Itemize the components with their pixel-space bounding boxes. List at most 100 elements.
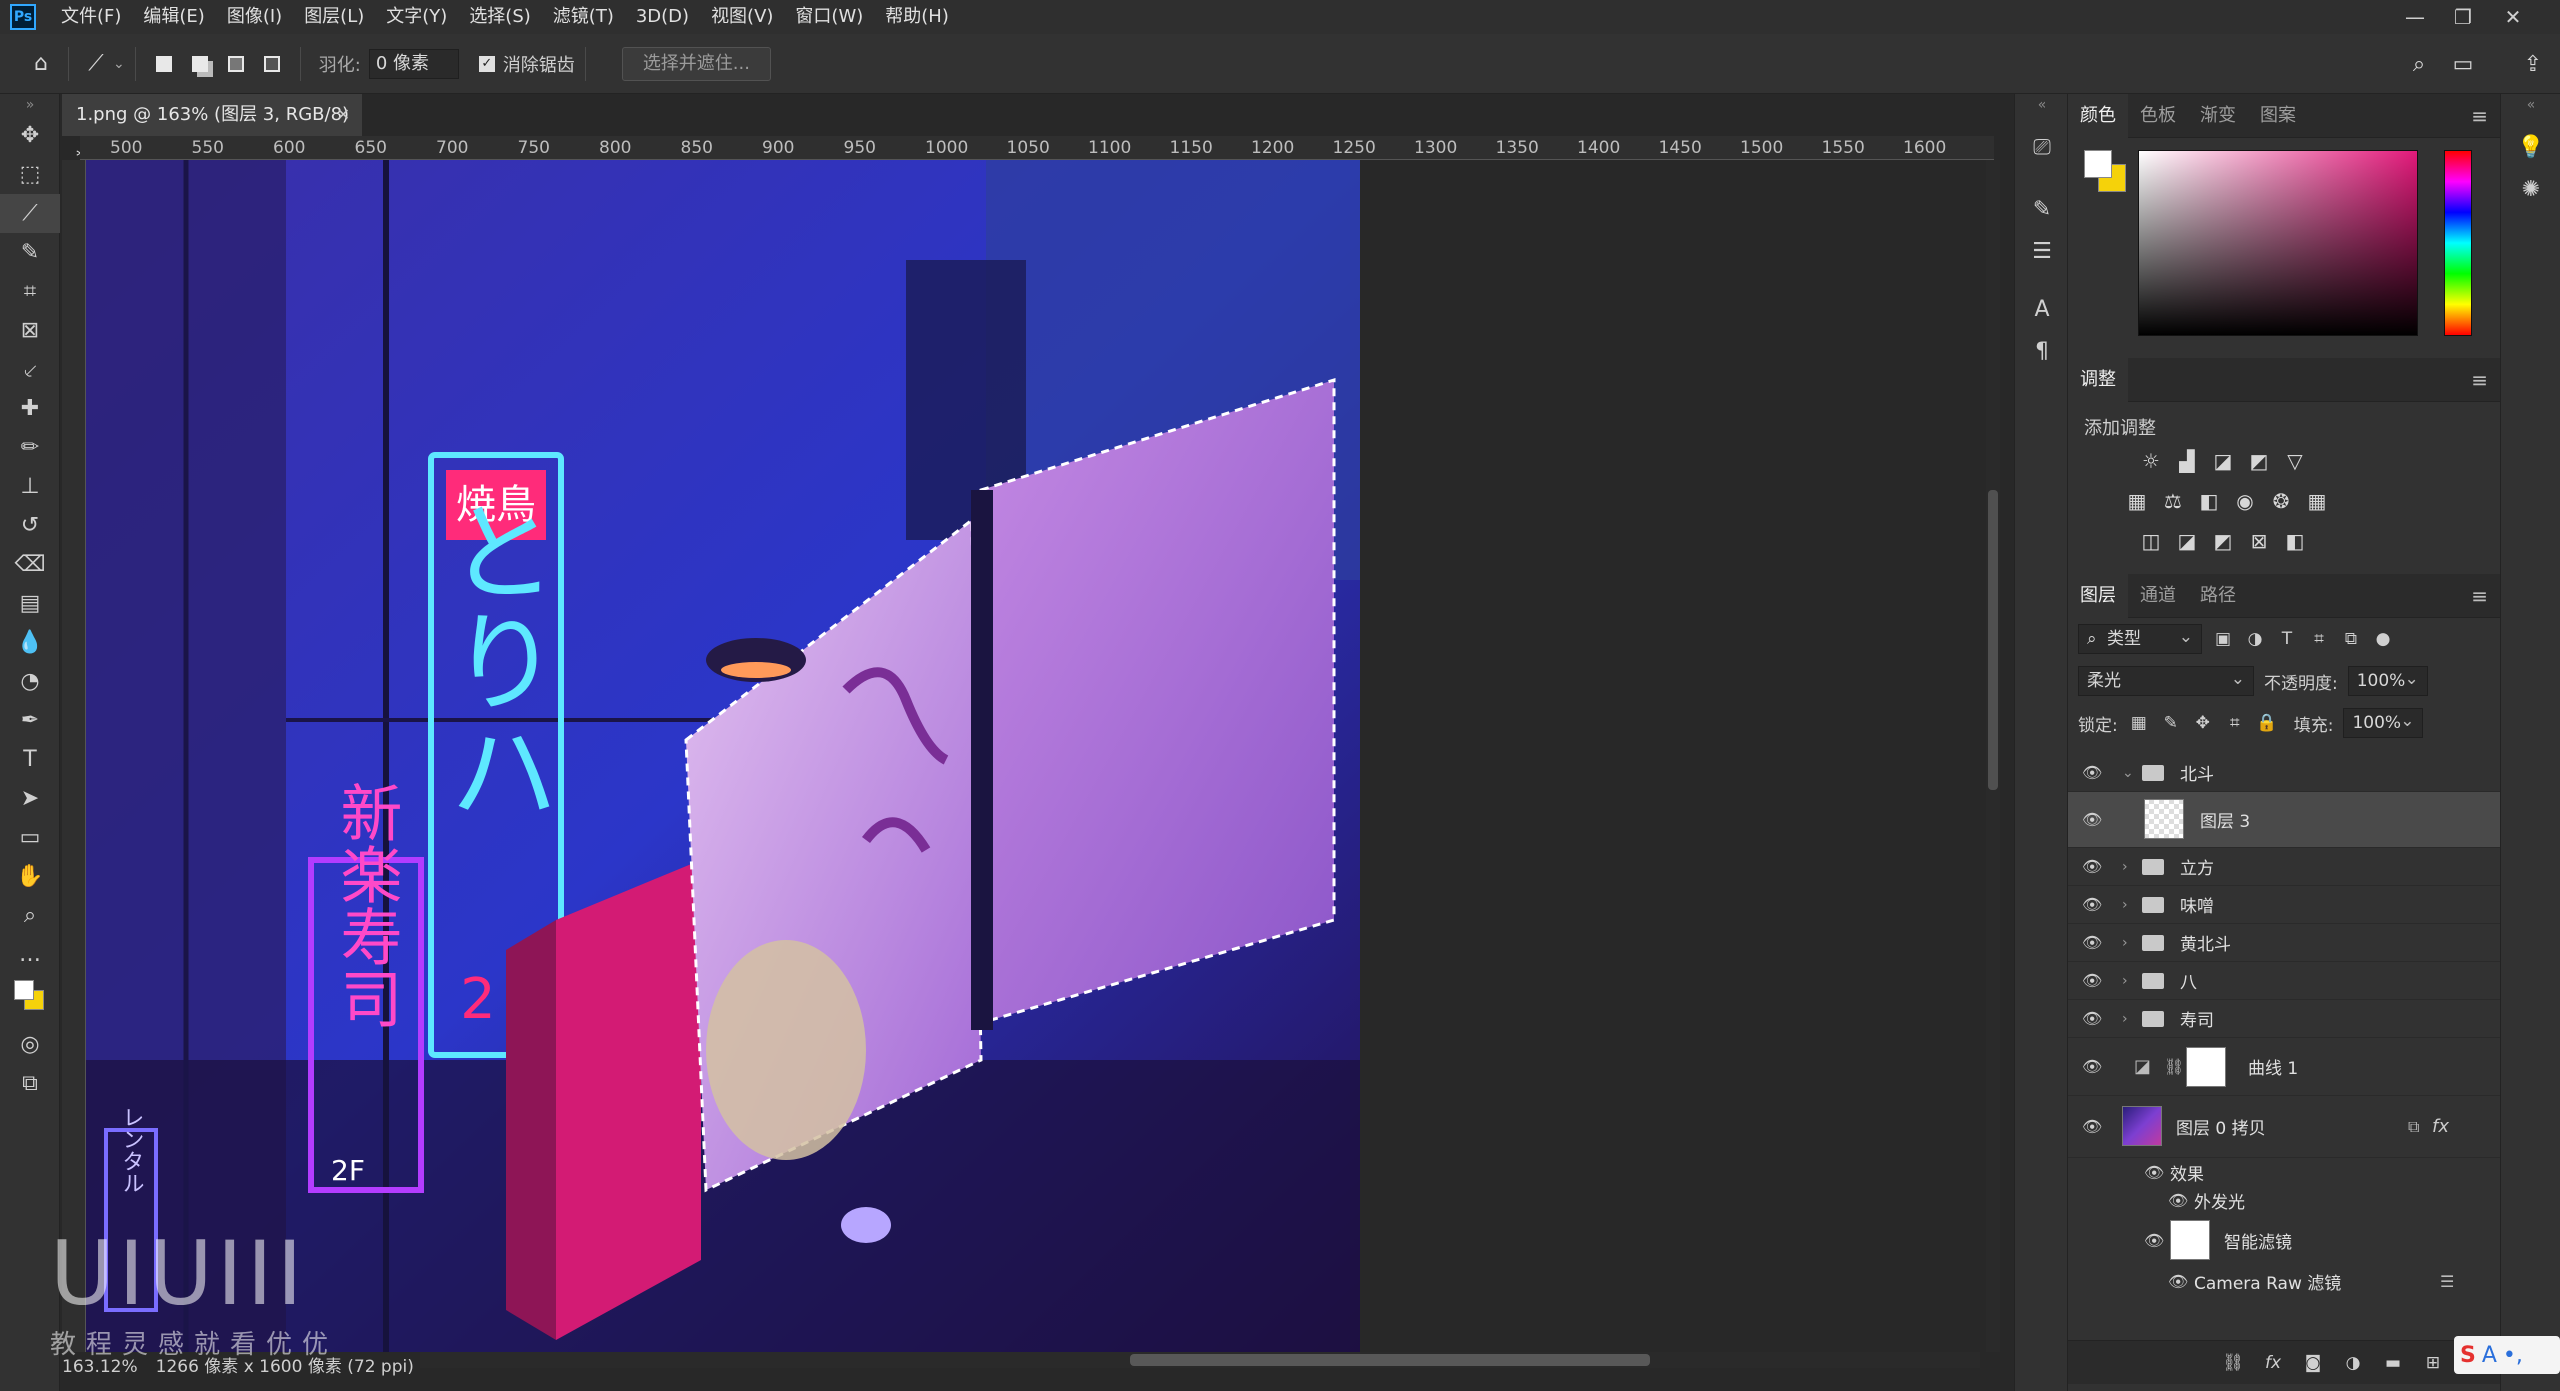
fill-input[interactable]: 100% xyxy=(2343,707,2424,738)
close-icon[interactable]: ✕ xyxy=(2490,0,2536,34)
new-layer-icon[interactable]: ⊞ xyxy=(2422,1352,2444,1374)
eyedropper-icon[interactable]: ⸔ xyxy=(0,350,60,389)
gradient-map-icon[interactable]: ◧ xyxy=(2282,528,2308,554)
gradient-tool-icon[interactable]: ▤ xyxy=(0,584,60,623)
hue-saturation-icon[interactable]: ▦ xyxy=(2124,488,2150,514)
channel-mixer-icon[interactable]: ❂ xyxy=(2268,488,2294,514)
fg-bg-swatch[interactable] xyxy=(2084,150,2130,196)
color-lookup-icon[interactable]: ▦ xyxy=(2304,488,2330,514)
document-canvas[interactable]: 焼鳥 とりハ 2 新楽寿司 2F レンタル xyxy=(86,160,1360,1352)
brush-settings-icon[interactable]: ✎ xyxy=(2015,188,2069,230)
close-tab-icon[interactable]: ✕ xyxy=(337,94,350,136)
eye-icon[interactable]: 👁 xyxy=(2082,857,2102,876)
marquee-tool-icon[interactable]: ⬚ xyxy=(0,155,60,194)
lock-transparent-icon[interactable]: ▦ xyxy=(2128,712,2150,734)
exposure-icon[interactable]: ◩ xyxy=(2246,448,2272,474)
menu-help[interactable]: 帮助(H) xyxy=(874,0,960,34)
hue-slider[interactable] xyxy=(2444,150,2472,336)
layer-row[interactable]: 👁 › 八 xyxy=(2068,962,2500,1000)
new-selection-icon[interactable] xyxy=(150,50,178,78)
color-balance-icon[interactable]: ⚖ xyxy=(2160,488,2186,514)
pen-tool-icon[interactable]: ✒ xyxy=(0,701,60,740)
brightness-icon[interactable]: ☼ xyxy=(2138,448,2164,474)
tab-swatches[interactable]: 色板 xyxy=(2128,94,2188,138)
menu-image[interactable]: 图像(I) xyxy=(216,0,293,34)
more-tools-icon[interactable]: … xyxy=(0,935,60,974)
paragraph-icon[interactable]: ¶ xyxy=(2015,330,2069,372)
search-icon[interactable]: ⌕ xyxy=(2402,47,2436,81)
tab-paths[interactable]: 路径 xyxy=(2188,574,2248,618)
color-field[interactable] xyxy=(2138,150,2418,336)
minimize-icon[interactable]: — xyxy=(2392,0,2438,34)
new-adjustment-icon[interactable]: ◑ xyxy=(2342,1352,2364,1374)
brush-tool-icon[interactable]: ✏ xyxy=(0,428,60,467)
tab-layers[interactable]: 图层 xyxy=(2068,573,2128,618)
share-icon[interactable]: ⇪ xyxy=(2516,47,2550,81)
filter-pixel-icon[interactable]: ▣ xyxy=(2212,628,2234,650)
eye-icon[interactable]: 👁 xyxy=(2082,1009,2102,1028)
vibrance-icon[interactable]: ▽ xyxy=(2282,448,2308,474)
camera-raw-row[interactable]: 👁 Camera Raw 滤镜 ☰ xyxy=(2068,1266,2500,1296)
lock-artboard-icon[interactable]: ⌗ xyxy=(2224,712,2246,734)
panel-menu-icon[interactable]: ≡ xyxy=(2471,584,2488,608)
ime-toolbar[interactable]: S A •, xyxy=(2454,1336,2560,1374)
rectangle-tool-icon[interactable]: ▭ xyxy=(0,818,60,857)
layer-row[interactable]: 👁 图层 0 拷贝 ⧉ fx xyxy=(2068,1096,2500,1158)
expand-icon[interactable]: « xyxy=(2015,94,2069,116)
blur-tool-icon[interactable]: 💧 xyxy=(0,623,60,662)
collapse-icon[interactable]: » xyxy=(0,94,60,116)
dodge-tool-icon[interactable]: ◔ xyxy=(0,662,60,701)
invert-icon[interactable]: ◫ xyxy=(2138,528,2164,554)
filter-adjustment-icon[interactable]: ◑ xyxy=(2244,628,2266,650)
layer-row-selected[interactable]: 👁 图层 3 xyxy=(2068,792,2500,848)
polygonal-lasso-icon[interactable]: ⟋ xyxy=(79,47,113,81)
restore-icon[interactable]: ❐ xyxy=(2440,0,2486,34)
panel-menu-icon[interactable]: ≡ xyxy=(2471,104,2488,128)
history-icon[interactable]: ⎚ xyxy=(2015,126,2069,168)
color-swatches-icon[interactable] xyxy=(0,974,60,1013)
chevron-right-icon[interactable]: › xyxy=(2122,1011,2128,1027)
feather-input[interactable]: 0 像素 xyxy=(368,48,459,79)
lock-position-icon[interactable]: ✥ xyxy=(2192,712,2214,734)
menu-edit[interactable]: 编辑(E) xyxy=(132,0,215,34)
smart-filter-row[interactable]: 👁 智能滤镜 xyxy=(2068,1214,2500,1266)
horizontal-scrollbar[interactable] xyxy=(420,1352,1980,1368)
lasso-tool-icon[interactable]: ⟋ xyxy=(0,194,60,233)
properties-icon[interactable]: ☰ xyxy=(2015,230,2069,272)
levels-icon[interactable]: ▟ xyxy=(2174,448,2200,474)
menu-window[interactable]: 窗口(W) xyxy=(784,0,874,34)
document-tab[interactable]: 1.png @ 163% (图层 3, RGB/8) * ✕ xyxy=(62,94,362,167)
filter-toggle-icon[interactable]: ● xyxy=(2372,628,2394,650)
selective-color-icon[interactable]: ⊠ xyxy=(2246,528,2272,554)
menu-file[interactable]: 文件(F) xyxy=(50,0,132,34)
libraries-icon[interactable]: ✺ xyxy=(2501,168,2560,210)
chevron-right-icon[interactable]: › xyxy=(2122,897,2128,913)
antialias-checkbox[interactable]: ✓ xyxy=(478,55,495,72)
chevron-right-icon[interactable]: › xyxy=(2122,859,2128,875)
photo-filter-icon[interactable]: ◉ xyxy=(2232,488,2258,514)
tab-patterns[interactable]: 图案 xyxy=(2248,94,2308,138)
tab-adjustments[interactable]: 调整 xyxy=(2068,357,2128,402)
tab-color[interactable]: 颜色 xyxy=(2068,93,2128,138)
learn-icon[interactable]: 💡 xyxy=(2501,126,2560,168)
eye-icon[interactable]: 👁 xyxy=(2082,895,2102,914)
eye-icon[interactable]: 👁 xyxy=(2168,1191,2188,1210)
menu-layer[interactable]: 图层(L) xyxy=(293,0,375,34)
eye-icon[interactable]: 👁 xyxy=(2168,1272,2188,1291)
subtract-selection-icon[interactable] xyxy=(222,50,250,78)
outer-glow-row[interactable]: 👁 外发光 xyxy=(2068,1186,2500,1214)
add-style-icon[interactable]: fx xyxy=(2262,1352,2284,1374)
eye-icon[interactable]: 👁 xyxy=(2082,933,2102,952)
magic-wand-icon[interactable]: ✎ xyxy=(0,233,60,272)
opacity-input[interactable]: 100% xyxy=(2347,665,2428,696)
path-select-icon[interactable]: ➤ xyxy=(0,779,60,818)
posterize-icon[interactable]: ◪ xyxy=(2174,528,2200,554)
layer-row[interactable]: 👁 › 立方 xyxy=(2068,848,2500,886)
stamp-tool-icon[interactable]: ⊥ xyxy=(0,467,60,506)
spot-healing-icon[interactable]: ✚ xyxy=(0,389,60,428)
filter-options-icon[interactable]: ☰ xyxy=(2440,1272,2454,1291)
chevron-down-icon[interactable]: ⌄ xyxy=(2122,765,2134,781)
lock-paint-icon[interactable]: ✎ xyxy=(2160,712,2182,734)
tab-gradients[interactable]: 渐变 xyxy=(2188,94,2248,138)
layer-kind-filter[interactable]: ⌕ 类型 xyxy=(2078,623,2202,654)
